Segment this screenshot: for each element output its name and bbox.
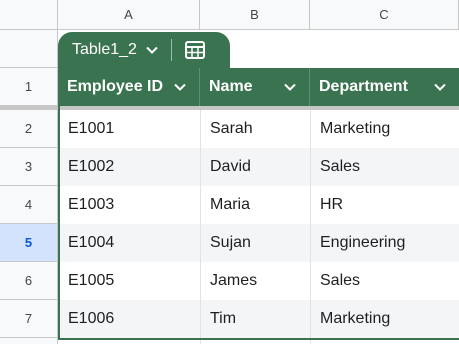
header-name[interactable]: Name [200, 68, 310, 106]
table-header-row: Employee ID Name Department [58, 68, 459, 106]
cell-b2[interactable]: Sarah [200, 110, 310, 148]
row-header-2[interactable]: 2 [0, 110, 58, 148]
chevron-down-icon[interactable] [173, 80, 187, 94]
row-header-8[interactable] [0, 338, 58, 344]
row-header-5[interactable]: 5 [0, 224, 58, 262]
cell-b3[interactable]: David [200, 148, 310, 186]
row-header-6[interactable]: 6 [0, 262, 58, 300]
cell-a3[interactable]: E1002 [58, 148, 200, 186]
table-left-border [58, 68, 60, 338]
cell-c5[interactable]: Engineering [310, 224, 459, 262]
table-name-tab[interactable]: Table1_2 [58, 32, 230, 68]
table-row: E1005 James Sales [58, 262, 459, 300]
row-header-7[interactable]: 7 [0, 300, 58, 338]
header-department[interactable]: Department [310, 68, 459, 106]
table-row: E1001 Sarah Marketing [58, 110, 459, 148]
cell-a6[interactable]: E1005 [58, 262, 200, 300]
cell-b4[interactable]: Maria [200, 186, 310, 224]
table-row: E1002 David Sales [58, 148, 459, 186]
column-header-b[interactable]: B [200, 0, 310, 30]
row-header-4[interactable]: 4 [0, 186, 58, 224]
table-row: E1004 Sujan Engineering [58, 224, 459, 262]
cell-c7[interactable]: Marketing [310, 300, 459, 338]
cell-c2[interactable]: Marketing [310, 110, 459, 148]
table-name[interactable]: Table1_2 [72, 41, 137, 59]
grid-line [310, 110, 311, 344]
row-header-blank [0, 30, 58, 68]
table-grid-icon[interactable] [184, 39, 206, 61]
cell-a7[interactable]: E1006 [58, 300, 200, 338]
chevron-down-icon[interactable] [145, 43, 159, 57]
cell-c6[interactable]: Sales [310, 262, 459, 300]
cell-c3[interactable]: Sales [310, 148, 459, 186]
cell-b6[interactable]: James [200, 262, 310, 300]
row-header-1[interactable]: 1 [0, 68, 58, 106]
cell-a5[interactable]: E1004 [58, 224, 200, 262]
table-bottom-border [58, 338, 459, 340]
grid-line [200, 110, 201, 344]
select-all-corner[interactable] [0, 0, 58, 30]
cell-a2[interactable]: E1001 [58, 110, 200, 148]
cell-c4[interactable]: HR [310, 186, 459, 224]
row-header-3[interactable]: 3 [0, 148, 58, 186]
cell-a4[interactable]: E1003 [58, 186, 200, 224]
column-header-a[interactable]: A [58, 0, 200, 30]
column-header-c[interactable]: C [310, 0, 459, 30]
cell-b5[interactable]: Sujan [200, 224, 310, 262]
header-employee-id[interactable]: Employee ID [58, 68, 200, 106]
chevron-down-icon[interactable] [283, 80, 297, 94]
tab-separator [170, 39, 172, 61]
cell-b7[interactable]: Tim [200, 300, 310, 338]
table-row: E1006 Tim Marketing [58, 300, 459, 338]
table-row: E1003 Maria HR [58, 186, 459, 224]
chevron-down-icon[interactable] [433, 80, 447, 94]
